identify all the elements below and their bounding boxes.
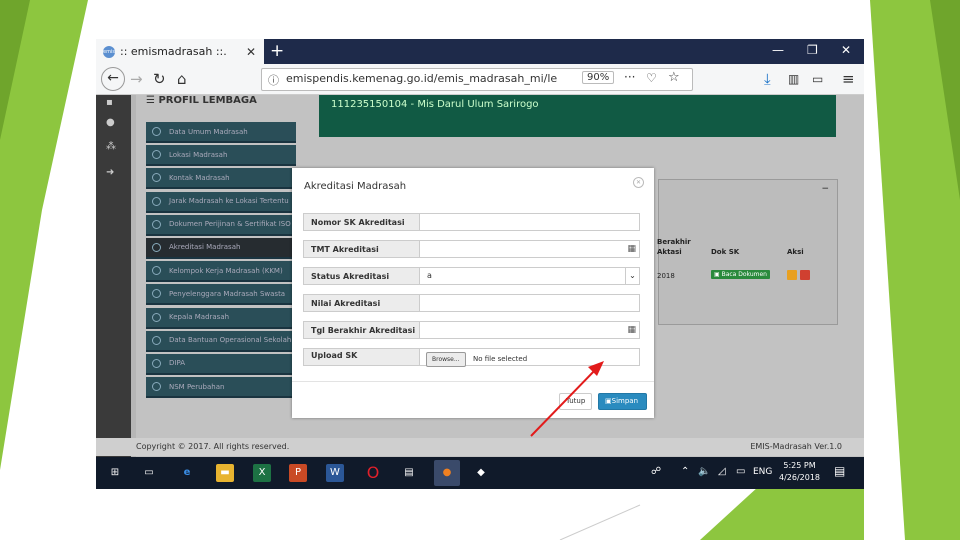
annotation-arrow <box>530 361 604 437</box>
